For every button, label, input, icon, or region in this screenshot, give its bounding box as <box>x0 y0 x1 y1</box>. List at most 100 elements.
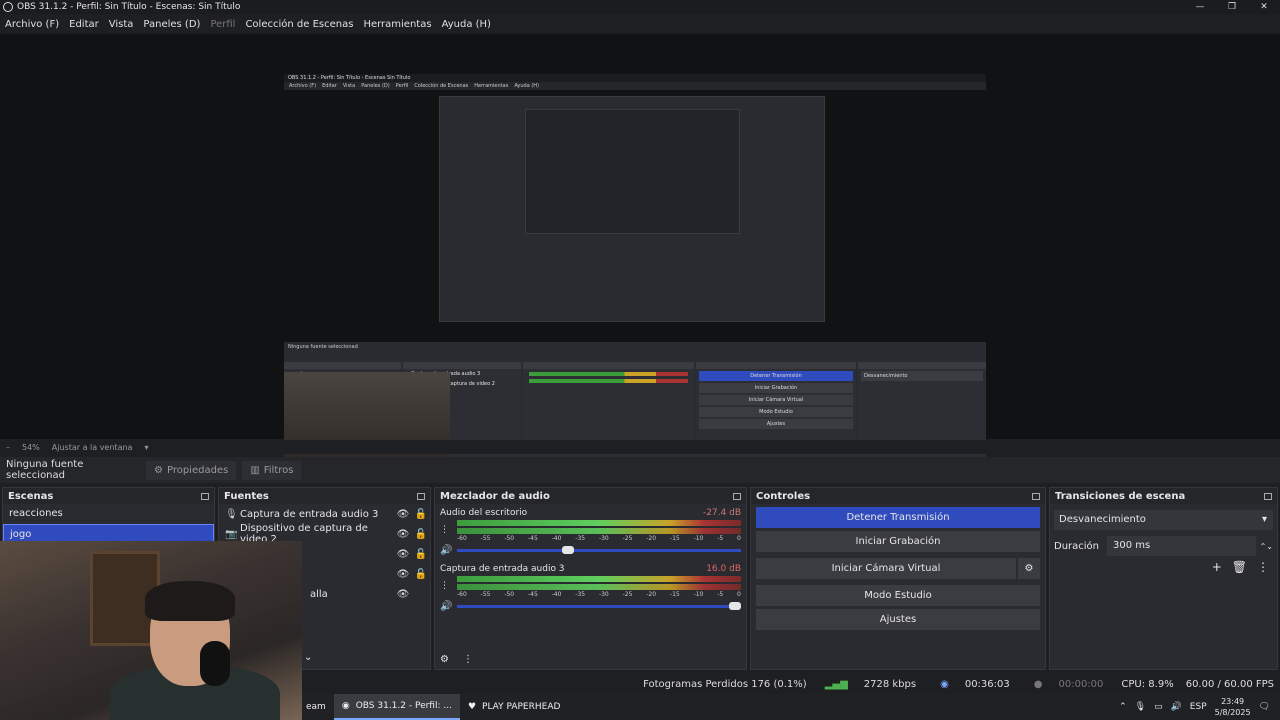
notification-icon[interactable]: 🗨 <box>1259 702 1270 712</box>
volume-knob[interactable] <box>729 602 742 610</box>
clock[interactable]: 23:49 5/8/2025 <box>1215 696 1251 718</box>
menu-editar[interactable]: Editar <box>64 19 104 30</box>
menu-ayuda[interactable]: Ayuda (H) <box>437 19 496 30</box>
popout-icon[interactable] <box>733 492 741 500</box>
volume-slider[interactable] <box>457 546 741 554</box>
gear-icon[interactable]: ⚙ <box>1018 558 1040 579</box>
kebab-icon[interactable]: ⋮ <box>440 525 452 535</box>
lock-icon[interactable]: 🔓 <box>412 569 430 580</box>
record-icon: ● <box>1033 678 1043 690</box>
minimize-icon[interactable]: — <box>1184 0 1216 14</box>
menu-coleccion[interactable]: Colección de Escenas <box>240 19 358 30</box>
network-icon[interactable]: ▭ <box>1154 702 1163 712</box>
popout-icon[interactable] <box>417 492 425 500</box>
nested-no-source: Ninguna fuente seleccionad <box>288 344 358 350</box>
menu-perfil[interactable]: Perfil <box>205 19 240 30</box>
bitrate: 2728 kbps <box>863 678 917 690</box>
zoom-percent: 54% <box>22 442 40 452</box>
source-item[interactable]: 🎙 Captura de entrada audio 3 👁 🔓 <box>219 504 430 524</box>
window-controls: — ❐ ✕ <box>1184 0 1280 14</box>
mic-icon: 🎙 <box>225 508 238 520</box>
signal-icon: ▂▄▆ <box>824 678 848 690</box>
duration-input[interactable]: 300 ms <box>1107 536 1256 556</box>
trash-icon[interactable]: 🗑 <box>1232 560 1247 574</box>
chevron-down-icon[interactable]: ⌄ <box>304 652 312 663</box>
stepper-icon[interactable]: ⌃⌄ <box>1260 542 1273 551</box>
mic-icon[interactable]: 🎙 <box>1135 702 1146 712</box>
stream-icon: ◉ <box>940 678 949 690</box>
eye-icon[interactable]: 👁 <box>394 589 412 600</box>
popout-icon[interactable] <box>1032 492 1040 500</box>
zoom-out-button[interactable]: – <box>0 443 16 452</box>
speaker-icon[interactable]: 🔊 <box>440 545 452 556</box>
lock-icon[interactable]: 🔓 <box>412 529 430 540</box>
taskbar-item-paperhead[interactable]: ♥ PLAY PAPERHEAD <box>460 694 568 720</box>
start-virtual-camera-button[interactable]: Iniciar Cámara Virtual <box>756 558 1016 579</box>
record-time: 00:00:00 <box>1058 678 1104 690</box>
obs-logo-icon <box>3 2 13 12</box>
window-title: OBS 31.1.2 - Perfil: Sin Título - Escena… <box>17 2 241 12</box>
popout-icon[interactable] <box>1264 492 1272 500</box>
lock-icon[interactable]: 🔓 <box>412 509 430 520</box>
settings-button[interactable]: Ajustes <box>756 609 1040 630</box>
volume-icon[interactable]: 🔊 <box>1171 702 1182 712</box>
studio-mode-button[interactable]: Modo Estudio <box>756 585 1040 606</box>
close-icon[interactable]: ✕ <box>1248 0 1280 14</box>
properties-button[interactable]: ⚙ Propiedades <box>146 460 237 480</box>
meter-scale: -60 -55 -50 -45 -40 -35 -30 -25 -20 -15 -10 -5 0 <box>457 591 741 598</box>
volume-knob[interactable] <box>562 546 575 554</box>
zoom-fit-button[interactable]: Ajustar a la ventana <box>46 443 139 452</box>
mixer-header: Mezclador de audio <box>435 488 746 504</box>
scene-item[interactable]: reacciones <box>3 504 214 524</box>
transition-select[interactable]: Desvanecimiento ▾ <box>1054 510 1273 530</box>
mixer-channel-desktop: Audio del escritorio -27.4 dB ⋮ -60 -55 -50… <box>440 508 741 556</box>
lock-icon[interactable]: 🔓 <box>412 549 430 560</box>
kebab-icon[interactable]: ⋮ <box>463 654 473 665</box>
chevron-down-icon[interactable]: ▾ <box>138 443 154 452</box>
obs-icon: ◉ <box>341 701 350 711</box>
system-tray: ⌃ 🎙 ▭ 🔊 ESP 23:49 5/8/2025 🗨 <box>1119 694 1280 720</box>
fps: 60.00 / 60.00 FPS <box>1185 678 1274 690</box>
nested-title: OBS 31.1.2 - Perfil: Sin Título - Escena… <box>284 74 986 82</box>
mixer-settings-icon[interactable]: ⚙ <box>440 654 449 665</box>
preview-canvas[interactable]: OBS 31.1.2 - Perfil: Sin Título - Escena… <box>284 74 986 469</box>
menu-vista[interactable]: Vista <box>104 19 139 30</box>
transitions-header: Transiciones de escena <box>1050 488 1277 504</box>
eye-icon[interactable]: 👁 <box>394 529 412 540</box>
kebab-icon[interactable]: ⋮ <box>440 581 452 591</box>
taskbar-item[interactable]: eam <box>298 694 334 720</box>
add-icon[interactable]: + <box>1212 560 1222 574</box>
chevron-up-icon[interactable]: ⌃ <box>1119 702 1127 712</box>
level-meter <box>457 584 741 590</box>
chevron-down-icon: ▾ <box>1261 514 1267 525</box>
eye-icon[interactable]: 👁 <box>394 549 412 560</box>
sources-header: Fuentes <box>219 488 430 504</box>
preview-area[interactable]: OBS 31.1.2 - Perfil: Sin Título - Escena… <box>0 34 1280 469</box>
nested-preview-3 <box>525 109 740 234</box>
cpu-usage: CPU: 8.9% <box>1121 678 1174 690</box>
restore-icon[interactable]: ❐ <box>1216 0 1248 14</box>
menu-paneles[interactable]: Paneles (D) <box>138 19 205 30</box>
gear-icon: ⚙ <box>154 464 163 476</box>
audio-mixer-dock: Mezclador de audio Audio del escritorio -… <box>434 487 747 670</box>
nested-menu: Archivo (F) Editar Vista Paneles (D) Perfil C… <box>289 83 540 89</box>
menu-herramientas[interactable]: Herramientas <box>358 19 436 30</box>
taskbar-item-obs[interactable]: ◉ OBS 31.1.2 - Perfil: ... <box>333 694 460 720</box>
filters-button[interactable]: ▥ Filtros <box>242 460 302 480</box>
start-recording-button[interactable]: Iniciar Grabación <box>756 531 1040 552</box>
menu-bar: Archivo (F) Editar Vista Paneles (D) Per… <box>0 15 1280 33</box>
popout-icon[interactable] <box>201 492 209 500</box>
stop-stream-button[interactable]: Detener Transmisión <box>756 507 1040 528</box>
eye-icon[interactable]: 👁 <box>394 569 412 580</box>
level-meter <box>457 520 741 526</box>
filter-icon: ▥ <box>250 464 260 476</box>
stream-time: 00:36:03 <box>964 678 1010 690</box>
no-source-label: Ninguna fuente seleccionad <box>6 459 84 481</box>
transitions-dock: Transiciones de escena Desvanecimiento ▾ … <box>1049 487 1278 670</box>
language-indicator[interactable]: ESP <box>1190 702 1207 712</box>
kebab-icon[interactable]: ⋮ <box>1257 560 1269 574</box>
speaker-icon[interactable]: 🔊 <box>440 601 452 612</box>
eye-icon[interactable]: 👁 <box>394 509 412 520</box>
menu-archivo[interactable]: Archivo (F) <box>0 19 64 30</box>
volume-slider[interactable] <box>457 602 742 610</box>
